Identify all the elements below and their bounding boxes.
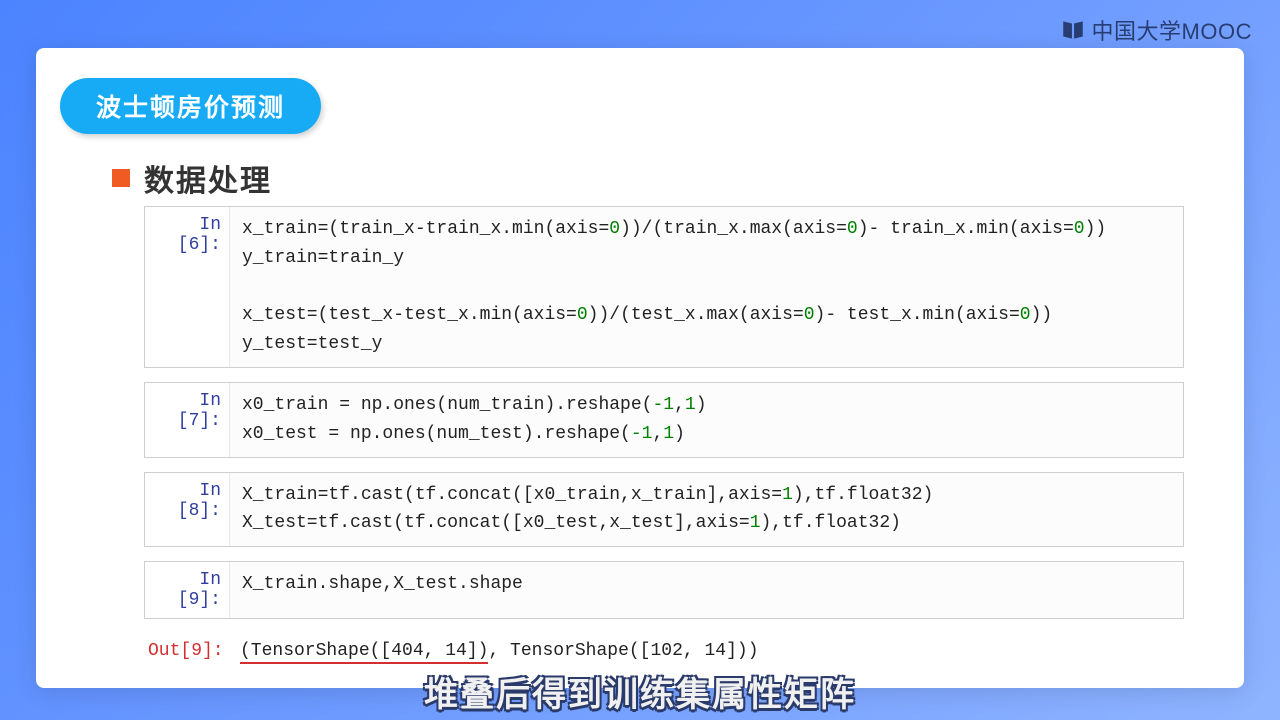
book-icon	[1060, 17, 1086, 43]
out-highlight: (TensorShape([404, 14])	[240, 641, 488, 664]
notebook: In [6]: x_train=(train_x-train_x.min(axi…	[144, 206, 1184, 686]
code-8: X_train=tf.cast(tf.concat([x0_train,x_tr…	[229, 473, 1183, 547]
title-pill: 波士顿房价预测	[60, 78, 321, 134]
in-prompt-8: In [8]:	[145, 473, 229, 547]
cell-in-6: In [6]: x_train=(train_x-train_x.min(axi…	[144, 206, 1184, 368]
slide-background: 中国大学MOOC 波士顿房价预测 数据处理 In [6]: x_train=(t…	[0, 0, 1280, 720]
cell-in-7: In [7]: x0_train = np.ones(num_train).re…	[144, 382, 1184, 458]
code-7: x0_train = np.ones(num_train).reshape(-1…	[229, 383, 1183, 457]
in-prompt-7: In [7]:	[145, 383, 229, 457]
cell-in-8: In [8]: X_train=tf.cast(tf.concat([x0_tr…	[144, 472, 1184, 548]
cell-out-9: Out[9]: (TensorShape([404, 14]), TensorS…	[144, 633, 1184, 672]
out-prompt-9: Out[9]:	[144, 633, 228, 672]
code-9: X_train.shape,X_test.shape	[229, 562, 1183, 618]
section-heading: 数据处理	[112, 156, 272, 200]
slide-card: 波士顿房价预测 数据处理 In [6]: x_train=(train_x-tr…	[36, 48, 1244, 688]
watermark-text: 中国大学MOOC	[1092, 14, 1252, 46]
cell-in-9: In [9]: X_train.shape,X_test.shape	[144, 561, 1184, 619]
title-text: 波士顿房价预测	[96, 94, 285, 122]
section-bullet-icon	[112, 169, 130, 187]
code-6: x_train=(train_x-train_x.min(axis=0))/(t…	[229, 207, 1183, 367]
out-text-9: (TensorShape([404, 14]), TensorShape([10…	[228, 633, 1184, 672]
in-prompt-6: In [6]:	[145, 207, 229, 367]
section-label: 数据处理	[144, 156, 272, 200]
in-prompt-9: In [9]:	[145, 562, 229, 618]
mooc-watermark: 中国大学MOOC	[1060, 14, 1252, 46]
